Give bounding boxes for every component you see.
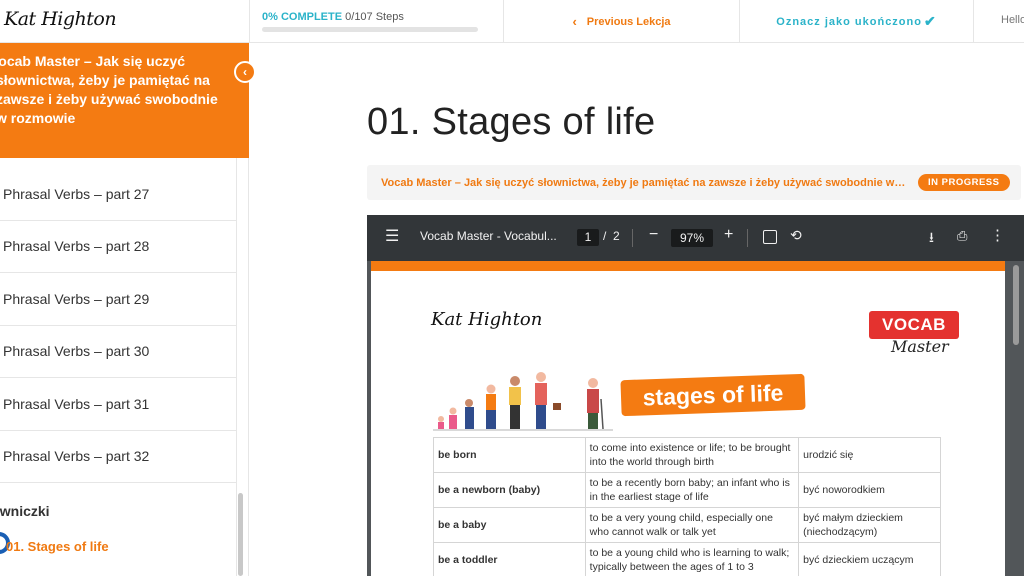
sidebar-lesson-item[interactable]: Phrasal Verbs – part 28 [0, 221, 236, 273]
pdf-page-input[interactable]: 1 [577, 229, 599, 246]
toolbar-divider [632, 229, 633, 247]
checkmark-icon: ✔ [923, 13, 937, 29]
table-cell: be a toddler [433, 542, 586, 576]
table-cell: urodzić się [798, 437, 941, 473]
vocab-master-logo-sub: Master [891, 337, 949, 356]
table-cell: to be a young child who is learning to w… [584, 542, 800, 576]
rotate-icon[interactable]: ⟲ [790, 227, 802, 244]
sidebar-current-lesson[interactable]: 01. Stages of life [6, 539, 109, 554]
doc-signature-logo: Kat Highton [431, 309, 543, 330]
previous-lesson-button[interactable]: ‹ Previous Lekcja [504, 0, 740, 43]
mark-complete-label: Oznacz jako ukończono [776, 15, 922, 28]
status-badge: IN PROGRESS [918, 174, 1010, 191]
table-cell: to come into existence or life; to be br… [584, 437, 800, 473]
sidebar-lesson-item[interactable]: Phrasal Verbs – part 27 [0, 168, 236, 221]
pdf-toolbar: ☰ Vocab Master - Vocabul... 1 / 2 − 97% … [367, 215, 1024, 261]
pdf-scrollbar[interactable] [1013, 265, 1019, 345]
chevron-left-icon: ‹ [572, 14, 577, 29]
download-icon[interactable]: ⭳ [929, 227, 934, 251]
progress-text: 0% COMPLETE 0/107 Steps [262, 11, 404, 23]
table-cell: to be a very young child, especially one… [584, 507, 800, 543]
pdf-page-separator: / [603, 229, 607, 243]
progress-area: 0% COMPLETE 0/107 Steps [249, 0, 504, 43]
table-cell: be born [433, 437, 586, 473]
stages-of-life-banner: stages of life [620, 373, 806, 417]
course-sidebar: Vocab Master – Jak się uczyć słownictwa,… [0, 43, 256, 576]
table-row: be a baby to be a very young child, espec… [433, 507, 941, 543]
pdf-page-total: / 2 [603, 229, 620, 243]
sidebar-course-title-text: Vocab Master – Jak się uczyć słownictwa,… [0, 53, 218, 126]
pdf-zoom-input[interactable]: 97% [671, 229, 713, 247]
lesson-list: Phrasal Verbs – part 27 Phrasal Verbs – … [0, 168, 236, 483]
table-cell: be a newborn (baby) [433, 472, 586, 508]
table-cell: być małym dzieckiem (niechodzącym) [798, 507, 941, 543]
table-row: be a toddler to be a young child who is l… [433, 542, 941, 576]
sidebar-lesson-item[interactable]: Phrasal Verbs – part 31 [0, 378, 236, 431]
status-course-link[interactable]: Vocab Master – Jak się uczyć słownictwa,… [381, 177, 908, 189]
table-row: be born to come into existence or life; t… [433, 437, 941, 473]
fit-page-icon[interactable] [763, 230, 777, 244]
vocab-table: be born to come into existence or life; t… [433, 437, 941, 576]
course-status-bar: Vocab Master – Jak się uczyć słownictwa,… [367, 165, 1021, 200]
sidebar-section-title-text: Słowniczki [0, 503, 50, 519]
hamburger-menu-icon[interactable]: ☰ [385, 226, 399, 246]
pdf-page-content: Kat Highton VOCAB Master stages of life [371, 261, 1005, 576]
main-content: 01. Stages of life Vocab Master – Jak si… [249, 43, 1024, 576]
table-cell: be a baby [433, 507, 586, 543]
table-cell: być noworodkiem [798, 472, 941, 508]
chevron-left-icon: ‹ [243, 65, 247, 79]
page-root: Kat Highton 0% COMPLETE 0/107 Steps ‹ Pr… [0, 0, 1024, 576]
previous-lesson-label: Previous Lekcja [586, 15, 671, 28]
sidebar-course-title[interactable]: Vocab Master – Jak się uczyć słownictwa,… [0, 43, 249, 158]
sidebar-scrollbar[interactable] [238, 493, 243, 576]
progress-bar [262, 27, 478, 32]
more-vertical-icon[interactable]: ⋮ [990, 226, 1005, 244]
zoom-in-icon[interactable]: + [724, 226, 733, 244]
sidebar-lesson-item[interactable]: Phrasal Verbs – part 29 [0, 273, 236, 326]
toolbar-divider [747, 229, 748, 247]
progress-percent: 0% COMPLETE [262, 11, 343, 23]
doc-header-stripe [371, 261, 1005, 271]
sidebar-section-title[interactable]: Słowniczki [0, 503, 50, 519]
sidebar-divider [236, 158, 237, 576]
pdf-viewer: ☰ Vocab Master - Vocabul... 1 / 2 − 97% … [367, 215, 1024, 576]
sidebar-lesson-item[interactable]: Phrasal Verbs – part 30 [0, 326, 236, 378]
page-title: 01. Stages of life [367, 101, 656, 143]
table-cell: to be a recently born baby; an infant wh… [584, 472, 800, 508]
top-header: Kat Highton 0% COMPLETE 0/107 Steps ‹ Pr… [0, 0, 1024, 43]
stages-of-life-illustration [433, 372, 613, 431]
print-icon[interactable]: ⎙ [957, 228, 967, 244]
mark-complete-button[interactable]: Oznacz jako ukończono ✔ [740, 0, 974, 43]
site-logo[interactable]: Kat Highton [4, 8, 117, 30]
table-row: be a newborn (baby) to be a recently born… [433, 472, 941, 508]
sidebar-lesson-item[interactable]: Phrasal Verbs – part 32 [0, 431, 236, 483]
vocab-table-body: be born to come into existence or life; t… [433, 437, 941, 576]
vocab-master-logo: VOCAB [869, 311, 959, 339]
pdf-file-name: Vocab Master - Vocabul... [420, 229, 557, 243]
pdf-total-pages: 2 [613, 229, 620, 243]
zoom-out-icon[interactable]: − [649, 226, 658, 244]
progress-steps: 0/107 Steps [345, 11, 404, 23]
table-cell: być dzieckiem uczącym [798, 542, 941, 576]
user-greeting[interactable]: Hello [1001, 14, 1024, 26]
